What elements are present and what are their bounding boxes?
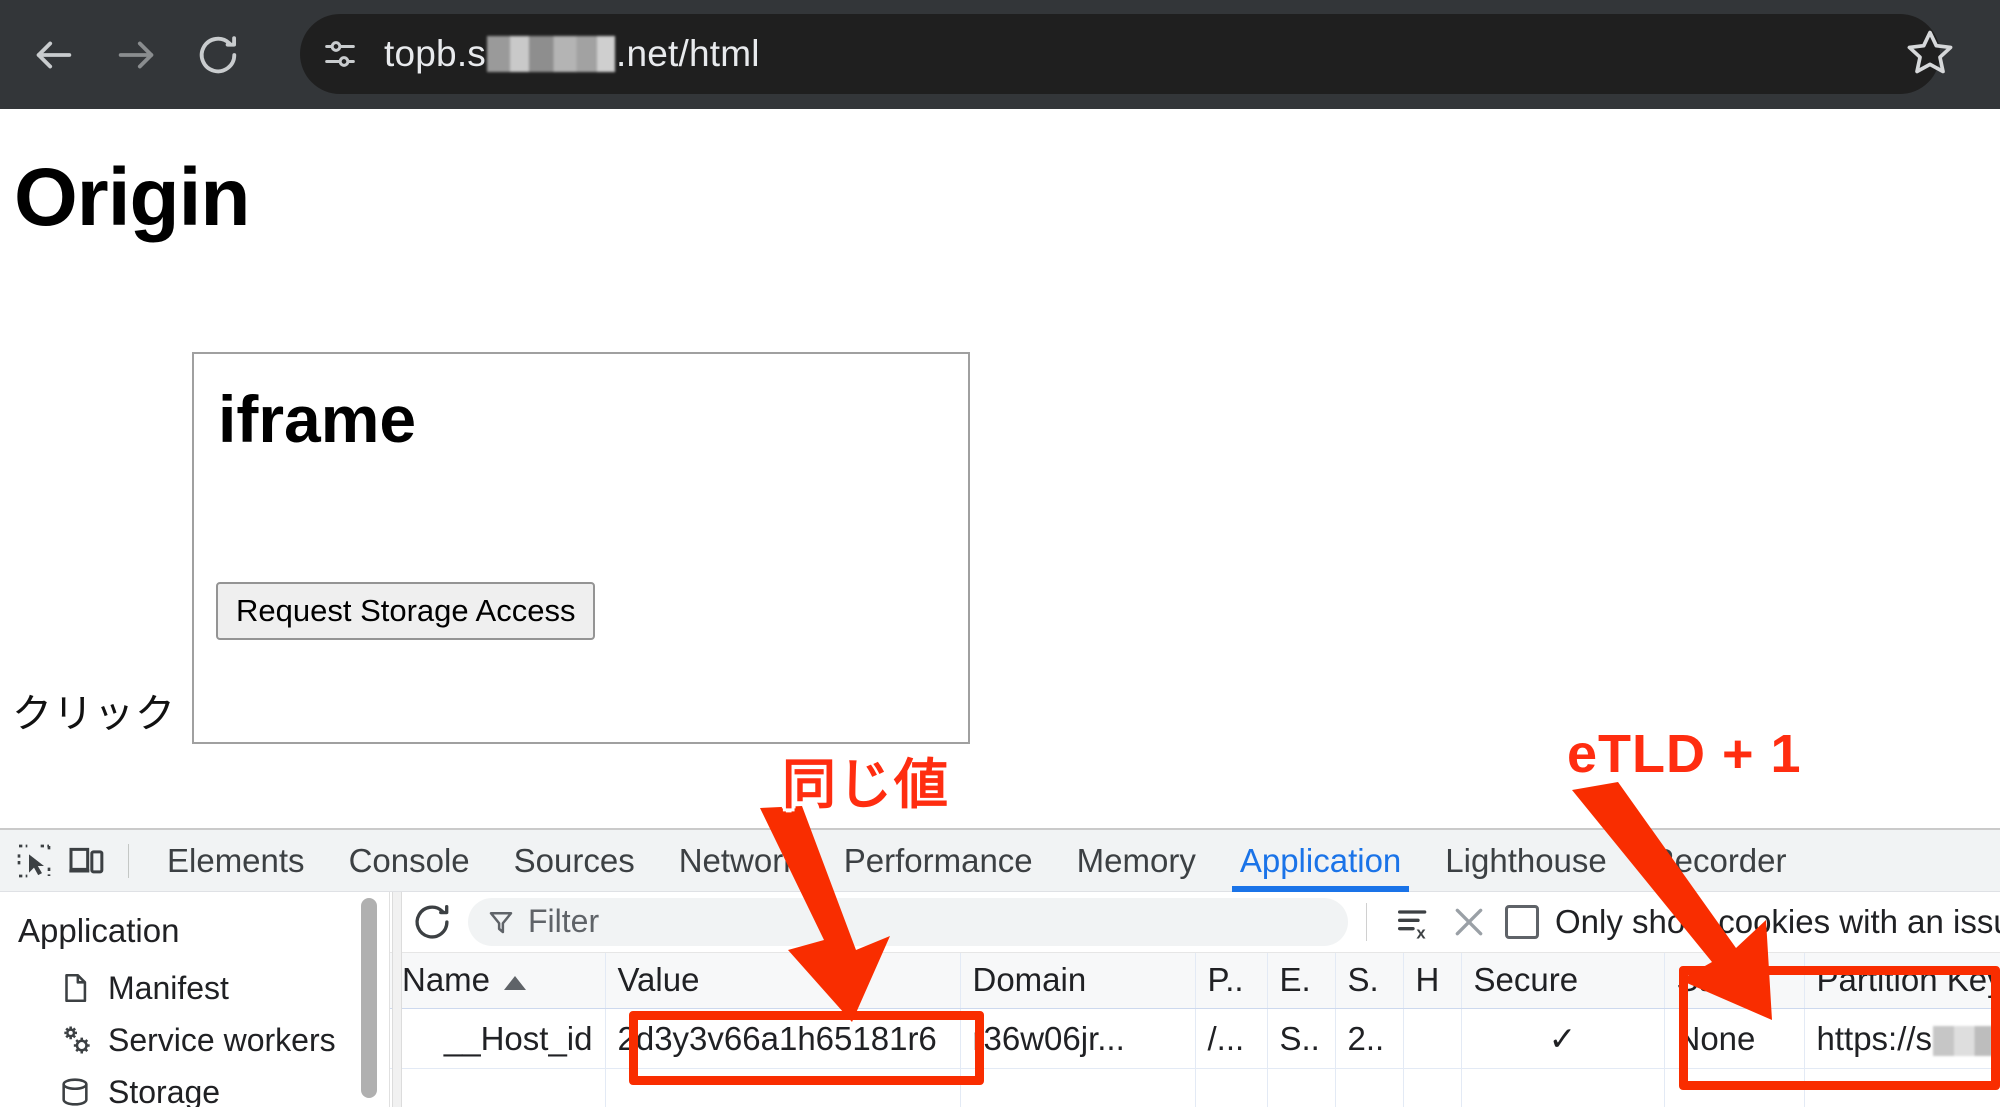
col-header-samesite[interactable]: Sa... bbox=[1664, 952, 1805, 1009]
only-issue-label: Only show cookies with an issue bbox=[1555, 902, 2000, 940]
clear-filtered-icon: x bbox=[1398, 910, 1426, 942]
col-header-path[interactable]: P.. bbox=[1195, 952, 1268, 1009]
cell-expires: S.. bbox=[1267, 1008, 1336, 1069]
refresh-icon bbox=[415, 904, 449, 939]
iframe-heading: iframe bbox=[218, 382, 417, 456]
partition-key-redaction-block bbox=[1933, 1025, 2000, 1056]
address-bar[interactable]: topb.s .net/html bbox=[300, 14, 1940, 94]
col-header-value[interactable]: Value bbox=[605, 952, 961, 1009]
cell-path: /... bbox=[1195, 1008, 1268, 1069]
col-header-secure[interactable]: Secure bbox=[1461, 952, 1665, 1009]
cell-domain: r36w06jr... bbox=[960, 1008, 1196, 1069]
col-header-domain[interactable]: Domain bbox=[960, 952, 1196, 1009]
tune-settings-icon bbox=[325, 41, 355, 67]
tab-performance[interactable]: Performance bbox=[822, 830, 1055, 892]
back-arrow-icon bbox=[36, 41, 72, 68]
sidebar-item-service-workers[interactable]: Service workers bbox=[0, 1014, 389, 1066]
reload-icon bbox=[199, 35, 237, 73]
forward-button[interactable] bbox=[104, 23, 168, 87]
cookies-toolbar: Filter x Only show cookies with an issue bbox=[390, 892, 2000, 953]
refresh-cookies-button[interactable] bbox=[404, 894, 460, 950]
tab-network[interactable]: Network bbox=[657, 830, 822, 892]
devtools-body: Application Manifest Service workers Sto… bbox=[0, 892, 2000, 1107]
cell-name: __Host_id bbox=[390, 1008, 606, 1069]
clear-filtered-cookies-button[interactable]: x bbox=[1385, 894, 1441, 950]
toggle-device-toolbar-button[interactable] bbox=[60, 835, 112, 887]
url-redaction-block bbox=[487, 36, 615, 72]
page-title: Origin bbox=[14, 152, 250, 243]
cell-size: 2.. bbox=[1335, 1008, 1404, 1069]
sidebar-item-label: Storage bbox=[108, 1073, 221, 1107]
tab-elements[interactable]: Elements bbox=[145, 830, 327, 892]
sidebar-item-manifest[interactable]: Manifest bbox=[0, 962, 389, 1014]
inspect-cursor-icon bbox=[17, 844, 51, 877]
sidebar-item-storage[interactable]: Storage bbox=[0, 1066, 389, 1107]
tab-lighthouse[interactable]: Lighthouse bbox=[1423, 830, 1628, 892]
only-issue-checkbox[interactable] bbox=[1505, 904, 1539, 939]
site-info-button[interactable] bbox=[310, 24, 370, 84]
partition-key-prefix: https://s bbox=[1816, 1019, 1933, 1057]
back-button[interactable] bbox=[22, 23, 86, 87]
url-prefix: topb.s bbox=[384, 33, 486, 74]
cell-partition-key: https://s.net bbox=[1804, 1008, 2000, 1069]
forward-arrow-icon bbox=[118, 41, 154, 68]
cookies-pane: Filter x Only show cookies with an issue… bbox=[390, 892, 2000, 1107]
tab-application[interactable]: Application bbox=[1218, 830, 1423, 892]
table-row-empty bbox=[390, 1068, 2000, 1107]
sidebar-item-label: Manifest bbox=[108, 969, 229, 1006]
tab-recorder[interactable]: Recorder bbox=[1629, 830, 1809, 892]
clear-all-cookies-button[interactable] bbox=[1441, 894, 1497, 950]
filter-placeholder: Filter bbox=[528, 903, 600, 940]
toolbar-separator bbox=[1366, 902, 1367, 941]
col-header-httponly[interactable]: H bbox=[1403, 952, 1462, 1009]
col-header-label: Name bbox=[402, 961, 491, 999]
inspect-element-button[interactable] bbox=[8, 835, 60, 887]
table-row[interactable]: __Host_id 2d3y3v66a1h65181r6 r36w06jr...… bbox=[390, 1008, 2000, 1069]
sidebar-scrollbar[interactable] bbox=[361, 898, 377, 1098]
sidebar-item-label: Service workers bbox=[108, 1021, 336, 1058]
screenshot-root: topb.s .net/html Origin iframe Request St… bbox=[0, 0, 2000, 1107]
browser-toolbar: topb.s .net/html bbox=[0, 0, 2000, 109]
annotation-etld-plus-one: eTLD + 1 bbox=[1567, 724, 1802, 784]
only-show-cookies-with-issue-toggle[interactable]: Only show cookies with an issue bbox=[1505, 903, 2000, 941]
request-storage-access-button[interactable]: Request Storage Access bbox=[216, 582, 596, 640]
close-icon bbox=[1455, 908, 1483, 936]
device-toolbar-icon bbox=[69, 847, 104, 873]
cell-value: 2d3y3v66a1h65181r6 bbox=[605, 1008, 961, 1069]
devtools-tabbar: Elements Console Sources Network Perform… bbox=[0, 830, 2000, 892]
url-suffix: .net/html bbox=[616, 33, 760, 74]
cell-httponly bbox=[1403, 1008, 1462, 1069]
col-header-name[interactable]: Name bbox=[390, 952, 606, 1009]
table-header-row: Name Value Domain P.. E. S. H Secure Sa.… bbox=[390, 952, 2000, 1009]
col-header-expires[interactable]: E. bbox=[1267, 952, 1336, 1009]
click-annotation: クリック bbox=[12, 692, 176, 736]
cell-samesite: None bbox=[1664, 1008, 1805, 1069]
database-icon bbox=[58, 1075, 102, 1107]
tab-sources[interactable]: Sources bbox=[492, 830, 657, 892]
gears-icon bbox=[58, 1021, 102, 1059]
tab-memory[interactable]: Memory bbox=[1055, 830, 1218, 892]
filter-icon bbox=[489, 911, 513, 933]
filter-input[interactable]: Filter bbox=[468, 897, 1348, 946]
sort-ascending-icon bbox=[504, 975, 527, 990]
cell-secure: ✓ bbox=[1461, 1008, 1665, 1069]
tabbar-divider bbox=[128, 843, 129, 878]
annotation-same-value: 同じ値 bbox=[782, 755, 950, 815]
url-text: topb.s .net/html bbox=[384, 33, 760, 75]
reload-button[interactable] bbox=[186, 23, 250, 87]
bookmark-button[interactable] bbox=[1900, 22, 1960, 82]
iframe-container: iframe Request Storage Access bbox=[192, 352, 970, 744]
application-sidebar: Application Manifest Service workers Sto… bbox=[0, 892, 390, 1107]
cookies-table: Name Value Domain P.. E. S. H Secure Sa.… bbox=[390, 952, 2000, 1107]
devtools-panel: Elements Console Sources Network Perform… bbox=[0, 828, 2000, 1107]
page-content: Origin iframe Request Storage Access クリッ… bbox=[0, 109, 2000, 828]
cookies-pane-scrollbar[interactable] bbox=[392, 892, 402, 1107]
document-icon bbox=[58, 971, 102, 1005]
col-header-size[interactable]: S. bbox=[1335, 952, 1404, 1009]
col-header-partition-key[interactable]: Partition Key bbox=[1804, 952, 2000, 1009]
tab-console[interactable]: Console bbox=[327, 830, 492, 892]
star-icon bbox=[1907, 30, 1953, 74]
svg-text:x: x bbox=[1416, 923, 1426, 941]
sidebar-header: Application bbox=[18, 912, 180, 949]
